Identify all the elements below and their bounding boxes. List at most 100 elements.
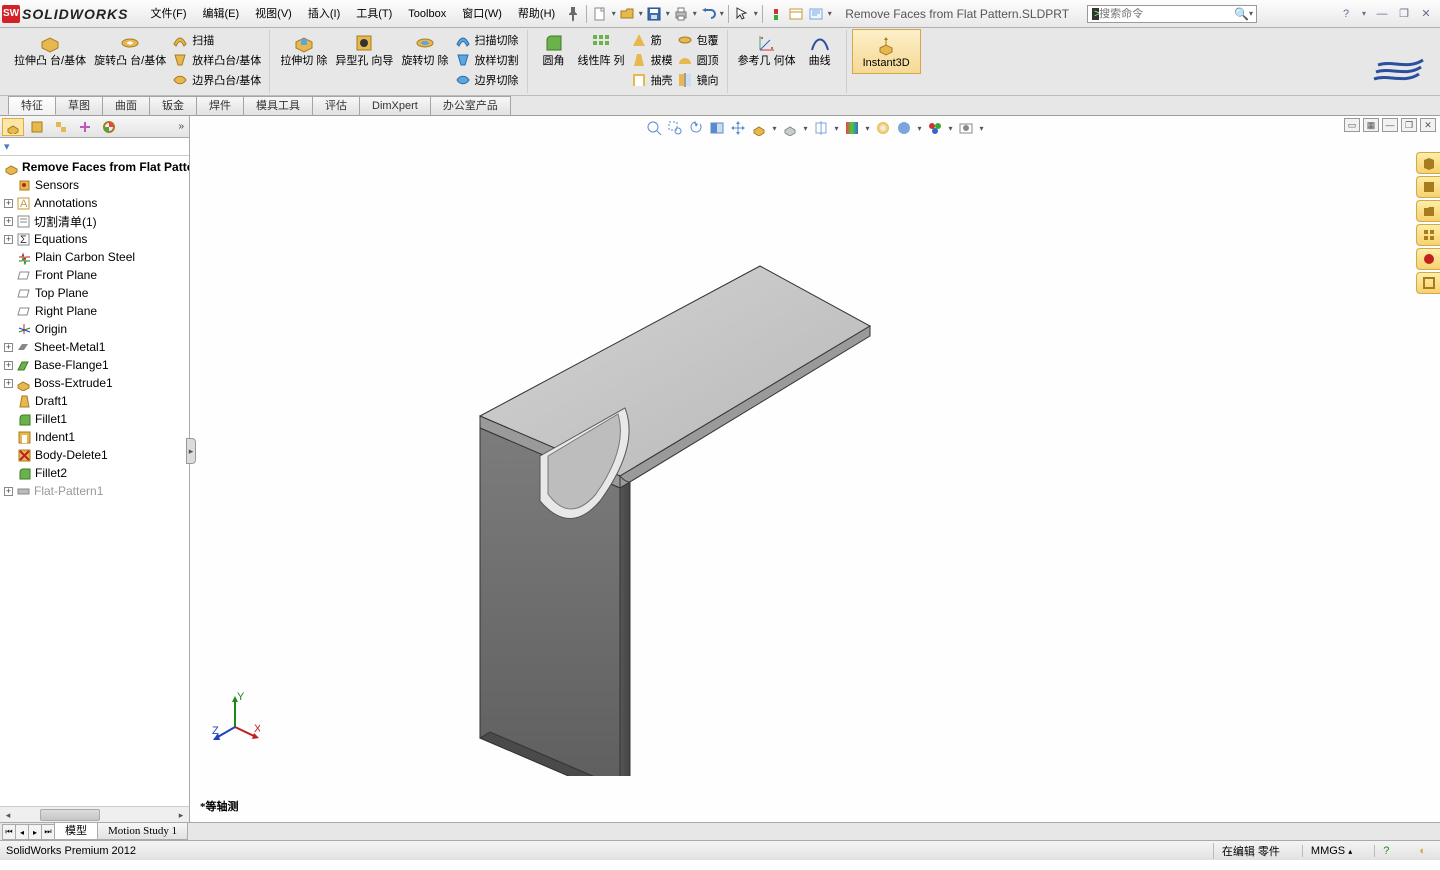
viewport-restore-icon[interactable]: ❐ [1401, 118, 1417, 132]
tab-surfaces[interactable]: 曲面 [102, 96, 150, 115]
status-rebuild-icon[interactable]: ◐ [1411, 845, 1434, 857]
close-icon[interactable]: ✕ [1418, 6, 1434, 22]
menu-toolbox[interactable]: Toolbox [400, 4, 454, 24]
orientation-dropdown[interactable]: ▾ [771, 120, 778, 136]
menu-window[interactable]: 窗口(W) [454, 4, 510, 24]
linear-pattern-button[interactable]: 线性阵 列 [574, 30, 629, 90]
save-dropdown[interactable]: ▾ [664, 6, 671, 22]
expander-icon[interactable]: + [4, 487, 13, 496]
tree-node-flat-pattern1[interactable]: +Flat-Pattern1 [0, 482, 189, 500]
appearance-dropdown[interactable]: ▾ [864, 120, 871, 136]
scroll-thumb[interactable] [40, 809, 100, 821]
photoview-icon[interactable] [957, 119, 975, 137]
tree-node-origin[interactable]: Origin [0, 320, 189, 338]
hide-show-icon[interactable] [812, 119, 830, 137]
fillet-button[interactable]: 圆角 [534, 30, 574, 90]
section-view-icon[interactable] [708, 119, 726, 137]
sweep-cut-button[interactable]: 扫描切除 [453, 30, 521, 50]
undo-icon[interactable] [700, 6, 716, 22]
expander-icon[interactable]: + [4, 199, 13, 208]
viewport-close-icon[interactable]: ✕ [1420, 118, 1436, 132]
tree-root-node[interactable]: Remove Faces from Flat Patter [0, 158, 189, 176]
display-tab-icon[interactable] [98, 118, 120, 136]
tree-node-top-plane[interactable]: Top Plane [0, 284, 189, 302]
help-icon[interactable]: ? [1338, 6, 1354, 22]
undo-dropdown[interactable]: ▾ [718, 6, 725, 22]
edit-appearance-icon[interactable] [843, 119, 861, 137]
tab-nav-prev-icon[interactable]: ◂ [15, 824, 29, 840]
screencap-dropdown[interactable]: ▾ [826, 6, 833, 22]
zoom-area-icon[interactable] [666, 119, 684, 137]
open-icon[interactable] [619, 6, 635, 22]
scroll-left-icon[interactable]: ◂ [0, 807, 16, 823]
tree-node-indent1[interactable]: Indent1 [0, 428, 189, 446]
pan-icon[interactable] [729, 119, 747, 137]
save-icon[interactable] [646, 6, 662, 22]
view-orientation-icon[interactable] [750, 119, 768, 137]
tab-nav-next-icon[interactable]: ▸ [28, 824, 42, 840]
tree-node-draft1[interactable]: Draft1 [0, 392, 189, 410]
options-icon[interactable] [788, 6, 804, 22]
task-resources-icon[interactable] [1416, 152, 1440, 174]
search-dropdown[interactable]: ▾ [1249, 6, 1253, 22]
expander-icon[interactable]: + [4, 343, 13, 352]
viewsettings-dropdown[interactable]: ▾ [916, 120, 923, 136]
featuremgr-tab-icon[interactable] [2, 118, 24, 136]
task-design-library-icon[interactable] [1416, 176, 1440, 198]
tab-office[interactable]: 办公室产品 [430, 96, 511, 115]
loft-boss-button[interactable]: 放样凸台/基体 [170, 50, 263, 70]
task-file-explorer-icon[interactable] [1416, 200, 1440, 222]
print-icon[interactable] [673, 6, 689, 22]
tree-node-fillet2[interactable]: Fillet2 [0, 464, 189, 482]
tree-node-equations[interactable]: +ΣEquations [0, 230, 189, 248]
boundary-cut-button[interactable]: 边界切除 [453, 70, 521, 90]
tree-filter-bar[interactable]: ▾ [0, 138, 189, 156]
configmgr-tab-icon[interactable] [50, 118, 72, 136]
menu-edit[interactable]: 编辑(E) [195, 4, 248, 24]
single-view-icon[interactable]: ▭ [1344, 118, 1360, 132]
revolve-cut-button[interactable]: 旋转切 除 [397, 30, 452, 90]
dimxpert-tab-icon[interactable] [74, 118, 96, 136]
scroll-right-icon[interactable]: ▸ [173, 807, 189, 823]
tree-node-fillet1[interactable]: Fillet1 [0, 410, 189, 428]
menu-view[interactable]: 视图(V) [247, 4, 300, 24]
boundary-boss-button[interactable]: 边界凸台/基体 [170, 70, 263, 90]
tree-horizontal-scrollbar[interactable]: ◂ ▸ [0, 806, 189, 822]
hideshow-dropdown[interactable]: ▾ [833, 120, 840, 136]
pushpin-icon[interactable] [565, 6, 581, 22]
menu-tools[interactable]: 工具(T) [348, 4, 400, 24]
status-help-icon[interactable]: ? [1374, 845, 1397, 857]
tree-node-plain-carbon-steel[interactable]: Plain Carbon Steel [0, 248, 189, 266]
hole-wizard-button[interactable]: 异型孔 向导 [331, 30, 397, 90]
tree-node-sheet-metal1[interactable]: +Sheet-Metal1 [0, 338, 189, 356]
sweep-boss-button[interactable]: 扫描 [170, 30, 263, 50]
display-dropdown[interactable]: ▾ [802, 120, 809, 136]
tab-sketch[interactable]: 草图 [55, 96, 103, 115]
tab-features[interactable]: 特征 [8, 96, 56, 115]
menu-help[interactable]: 帮助(H) [510, 4, 563, 24]
tab-nav-first-icon[interactable]: ⏮ [2, 824, 16, 840]
print-dropdown[interactable]: ▾ [691, 6, 698, 22]
expander-icon[interactable]: + [4, 379, 13, 388]
display-style-icon[interactable] [781, 119, 799, 137]
new-doc-dropdown[interactable]: ▾ [610, 6, 617, 22]
minimize-icon[interactable]: — [1374, 6, 1390, 22]
panel-expand-icon[interactable]: » [175, 121, 187, 132]
expander-icon[interactable]: + [4, 217, 13, 226]
shell-button[interactable]: 抽壳 [629, 70, 675, 90]
tree-node-base-flange1[interactable]: +Base-Flange1 [0, 356, 189, 374]
search-icon[interactable]: 🔍 [1234, 7, 1249, 21]
tab-model[interactable]: 模型 [54, 823, 98, 840]
render-tools-icon[interactable] [926, 119, 944, 137]
task-view-palette-icon[interactable] [1416, 224, 1440, 246]
multi-view-icon[interactable]: ▦ [1363, 118, 1379, 132]
draft-button[interactable]: 拔模 [629, 50, 675, 70]
task-custom-props-icon[interactable] [1416, 272, 1440, 294]
tab-motion-study[interactable]: Motion Study 1 [97, 823, 188, 840]
tab-sheetmetal[interactable]: 钣金 [149, 96, 197, 115]
expander-icon[interactable]: + [4, 361, 13, 370]
task-appearances-icon[interactable] [1416, 248, 1440, 270]
command-search-input[interactable] [1099, 8, 1234, 20]
new-doc-icon[interactable] [592, 6, 608, 22]
rebuild-icon[interactable] [768, 6, 784, 22]
